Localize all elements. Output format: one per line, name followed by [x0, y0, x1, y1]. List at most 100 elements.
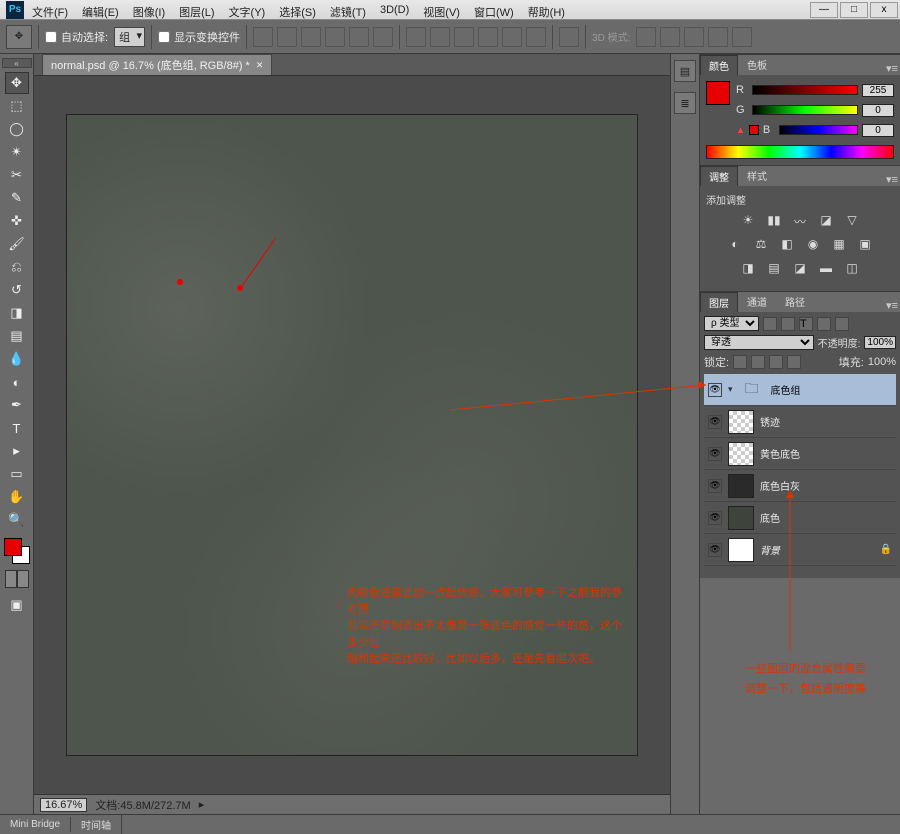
lock-transparent-icon[interactable]: [733, 355, 747, 369]
menu-select[interactable]: 选择(S): [277, 2, 318, 22]
align-left-icon[interactable]: [325, 27, 345, 47]
color-swatch[interactable]: [4, 538, 30, 564]
dist-right-icon[interactable]: [526, 27, 546, 47]
align-right-icon[interactable]: [373, 27, 393, 47]
layer-name[interactable]: 底色组: [771, 382, 892, 397]
styles-tab[interactable]: 样式: [738, 165, 776, 186]
vibrance-icon[interactable]: ▽: [843, 213, 861, 229]
zoom-3d-icon[interactable]: [732, 27, 752, 47]
layer-name[interactable]: 底色白灰: [760, 478, 892, 493]
canvas[interactable]: 肉眼看还需要加一点起伏感，大家可参考一下之前我的参考图 其实还是制造出不太像是一…: [67, 115, 637, 755]
dist-left-icon[interactable]: [478, 27, 498, 47]
menu-filter[interactable]: 滤镜(T): [328, 2, 368, 22]
history-brush-tool[interactable]: ↺: [5, 279, 29, 301]
hand-tool[interactable]: ✋: [5, 486, 29, 508]
b-slider[interactable]: [779, 125, 858, 135]
orbit-3d-icon[interactable]: [636, 27, 656, 47]
lasso-tool[interactable]: ◯: [5, 118, 29, 140]
threshold-icon[interactable]: ◪: [791, 261, 809, 277]
layer-row[interactable]: 👁 黄色底色: [704, 438, 896, 470]
filter-pixel-icon[interactable]: [763, 317, 777, 331]
layer-name[interactable]: 锈迹: [760, 414, 892, 429]
invert-icon[interactable]: ◨: [739, 261, 757, 277]
visibility-toggle[interactable]: 👁: [708, 415, 722, 429]
roll-3d-icon[interactable]: [660, 27, 680, 47]
dist-bottom-icon[interactable]: [454, 27, 474, 47]
layer-name[interactable]: 黄色底色: [760, 446, 892, 461]
panel-menu-icon[interactable]: ▾≡: [884, 173, 900, 186]
dist-vcenter-icon[interactable]: [430, 27, 450, 47]
filter-smart-icon[interactable]: [835, 317, 849, 331]
visibility-toggle[interactable]: 👁: [708, 543, 722, 557]
opacity-value[interactable]: 100%: [864, 336, 896, 349]
hue-icon[interactable]: ◐: [726, 237, 744, 253]
color-preview[interactable]: [706, 81, 730, 105]
maximize-button[interactable]: □: [840, 2, 868, 18]
clone-stamp-tool[interactable]: ⎌: [5, 256, 29, 278]
menu-image[interactable]: 图像(I): [131, 2, 167, 22]
blend-mode-dropdown[interactable]: 穿透: [704, 335, 814, 350]
g-value[interactable]: 0: [862, 104, 894, 117]
document-tab[interactable]: normal.psd @ 16.7% (底色组, RGB/8#) * ✕: [42, 54, 272, 75]
layers-tab[interactable]: 图层: [700, 292, 738, 312]
standard-mode-icon[interactable]: [5, 570, 17, 588]
dist-top-icon[interactable]: [406, 27, 426, 47]
color-ramp[interactable]: [706, 145, 894, 159]
menu-layer[interactable]: 图层(L): [177, 2, 216, 22]
visibility-toggle[interactable]: 👁: [708, 479, 722, 493]
type-tool[interactable]: T: [5, 417, 29, 439]
fill-value[interactable]: 100%: [868, 356, 896, 368]
swatches-tab[interactable]: 色板: [738, 54, 776, 75]
b-value[interactable]: 0: [862, 124, 894, 137]
auto-select-target-dropdown[interactable]: 组: [114, 27, 145, 47]
lock-pixels-icon[interactable]: [751, 355, 765, 369]
color-balance-icon[interactable]: ⚖: [752, 237, 770, 253]
magic-wand-tool[interactable]: ✴: [5, 141, 29, 163]
curves-icon[interactable]: 〰: [791, 213, 809, 229]
r-slider[interactable]: [752, 85, 858, 95]
foreground-color-swatch[interactable]: [4, 538, 22, 556]
color-lookup-icon[interactable]: ▣: [856, 237, 874, 253]
brightness-icon[interactable]: ☀: [739, 213, 757, 229]
eraser-tool[interactable]: ◨: [5, 302, 29, 324]
menu-type[interactable]: 文字(Y): [227, 2, 268, 22]
align-bottom-icon[interactable]: [301, 27, 321, 47]
g-slider[interactable]: [752, 105, 858, 115]
menu-file[interactable]: 文件(F): [30, 2, 70, 22]
mini-bridge-tab[interactable]: Mini Bridge: [0, 817, 71, 832]
bw-icon[interactable]: ◧: [778, 237, 796, 253]
marquee-tool[interactable]: ⬚: [5, 95, 29, 117]
auto-align-icon[interactable]: [559, 27, 579, 47]
channel-mixer-icon[interactable]: ▦: [830, 237, 848, 253]
menu-window[interactable]: 窗口(W): [472, 2, 516, 22]
slide-3d-icon[interactable]: [708, 27, 728, 47]
actions-panel-icon[interactable]: ≣: [674, 92, 696, 114]
healing-brush-tool[interactable]: ✜: [5, 210, 29, 232]
visibility-toggle[interactable]: 👁: [708, 447, 722, 461]
close-button[interactable]: x: [870, 2, 898, 18]
show-transform-checkbox[interactable]: 显示变换控件: [158, 29, 240, 45]
history-panel-icon[interactable]: ▤: [674, 60, 696, 82]
lock-position-icon[interactable]: [769, 355, 783, 369]
panel-menu-icon[interactable]: ▾≡: [884, 62, 900, 75]
filter-adjust-icon[interactable]: [781, 317, 795, 331]
path-selection-tool[interactable]: ▸: [5, 440, 29, 462]
collapse-toolbar-icon[interactable]: «: [2, 58, 32, 68]
gradient-map-icon[interactable]: ▬: [817, 261, 835, 277]
layer-row[interactable]: 👁 底色: [704, 502, 896, 534]
align-vcenter-icon[interactable]: [277, 27, 297, 47]
brush-tool[interactable]: 🖌: [5, 233, 29, 255]
align-hcenter-icon[interactable]: [349, 27, 369, 47]
layer-row[interactable]: 👁 ▾ 🗀 底色组: [704, 374, 896, 406]
lock-all-icon[interactable]: [787, 355, 801, 369]
pen-tool[interactable]: ✒: [5, 394, 29, 416]
filter-shape-icon[interactable]: [817, 317, 831, 331]
minimize-button[interactable]: —: [810, 2, 838, 18]
shape-tool[interactable]: ▭: [5, 463, 29, 485]
photo-filter-icon[interactable]: ◉: [804, 237, 822, 253]
layer-row[interactable]: 👁 背景 🔒: [704, 534, 896, 566]
folder-twisty-icon[interactable]: ▾: [728, 384, 733, 395]
crop-tool[interactable]: ✂: [5, 164, 29, 186]
menu-3d[interactable]: 3D(D): [378, 2, 411, 22]
align-top-icon[interactable]: [253, 27, 273, 47]
